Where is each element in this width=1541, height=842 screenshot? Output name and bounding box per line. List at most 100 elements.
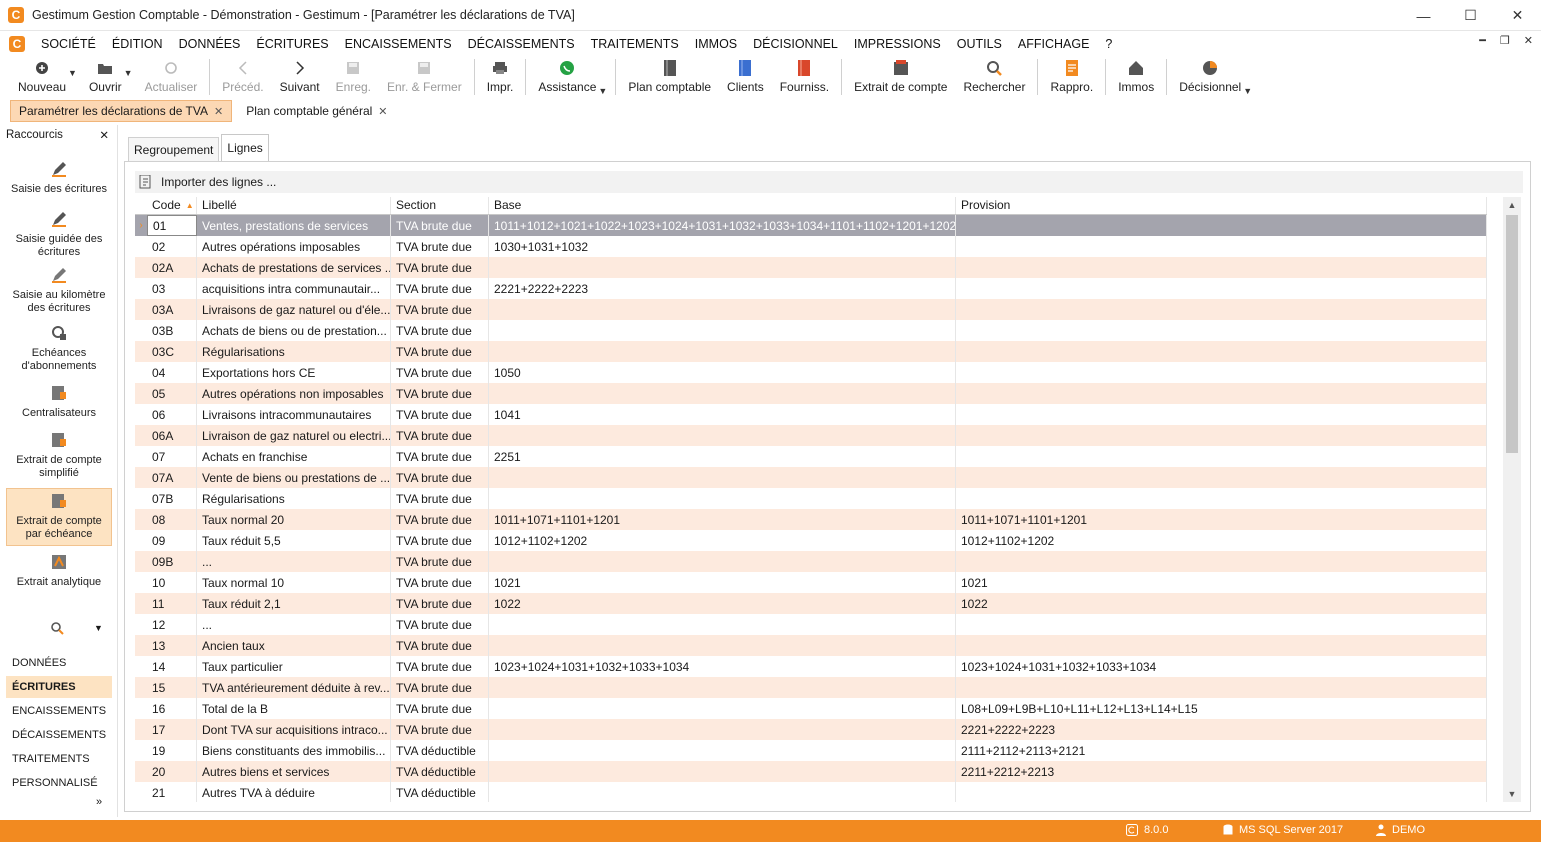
cell-base[interactable] bbox=[489, 488, 956, 509]
menu-help[interactable]: ? bbox=[1097, 37, 1120, 51]
cell-base[interactable]: 1023+1024+1031+1032+1033+1034 bbox=[489, 656, 956, 677]
cell-libelle[interactable]: Ancien taux bbox=[197, 635, 391, 656]
table-row[interactable]: 07A Vente de biens ou prestations de ... T… bbox=[135, 467, 1487, 488]
nouveau-button[interactable]: Nouveau bbox=[10, 56, 74, 98]
shortcut-centralisateurs[interactable]: Centralisateurs bbox=[6, 385, 112, 420]
cell-base[interactable] bbox=[489, 299, 956, 320]
table-row[interactable]: 20 Autres biens et services TVA déductible… bbox=[135, 761, 1487, 782]
table-row[interactable]: 03A Livraisons de gaz naturel ou d'éle...… bbox=[135, 299, 1487, 320]
scrollbar-thumb[interactable] bbox=[1506, 215, 1518, 453]
cell-libelle[interactable]: Autres TVA à déduire bbox=[197, 782, 391, 802]
doctab-plan-comptable[interactable]: Plan comptable général ✕ bbox=[238, 100, 395, 122]
cell-libelle[interactable]: acquisitions intra communautair... bbox=[197, 278, 391, 299]
cell-libelle[interactable]: Autres opérations non imposables bbox=[197, 383, 391, 404]
table-row[interactable]: 12... TVA brute due bbox=[135, 614, 1487, 635]
cell-libelle[interactable]: Régularisations bbox=[197, 341, 391, 362]
close-tab-icon[interactable]: ✕ bbox=[378, 105, 387, 118]
cell-provision[interactable] bbox=[956, 635, 1487, 656]
cell-libelle[interactable]: Livraisons intracommunautaires bbox=[197, 404, 391, 425]
cell-section[interactable]: TVA brute due bbox=[391, 572, 489, 593]
menu-encaissements[interactable]: ENCAISSEMENTS bbox=[337, 37, 460, 51]
assistance-dropdown-icon[interactable]: ▼ bbox=[598, 86, 607, 98]
menu-immos[interactable]: IMMOS bbox=[687, 37, 745, 51]
column-header-provision[interactable]: Provision bbox=[956, 197, 1487, 214]
cell-libelle[interactable]: Taux particulier bbox=[197, 656, 391, 677]
cell-libelle[interactable]: Livraisons de gaz naturel ou d'éle... bbox=[197, 299, 391, 320]
cell-section[interactable]: TVA brute due bbox=[391, 215, 489, 236]
cell-base[interactable] bbox=[489, 320, 956, 341]
cell-libelle[interactable]: Livraison de gaz naturel ou electri... bbox=[197, 425, 391, 446]
shortcut-extrait-echeance[interactable]: Extrait de compte par échéance bbox=[6, 488, 112, 546]
cell-provision[interactable]: 1012+1102+1202 bbox=[956, 530, 1487, 551]
cell-provision[interactable] bbox=[956, 341, 1487, 362]
menu-ecritures[interactable]: ÉCRITURES bbox=[248, 37, 336, 51]
shortcut-saisie-ecritures[interactable]: Saisie des écritures bbox=[6, 161, 112, 196]
menu-affichage[interactable]: AFFICHAGE bbox=[1010, 37, 1098, 51]
cell-code[interactable]: 21 bbox=[147, 782, 197, 802]
table-row[interactable]: 03 acquisitions intra communautair... TVA … bbox=[135, 278, 1487, 299]
cell-libelle[interactable]: Ventes, prestations de services bbox=[197, 215, 391, 236]
close-tab-icon[interactable]: ✕ bbox=[214, 105, 223, 118]
table-row[interactable]: › 01 Ventes, prestations de services TVA br… bbox=[135, 215, 1487, 236]
cell-code[interactable]: 16 bbox=[147, 698, 197, 719]
cell-code[interactable]: 15 bbox=[147, 677, 197, 698]
column-header-section[interactable]: Section bbox=[391, 197, 489, 214]
cell-code[interactable]: 19 bbox=[147, 740, 197, 761]
cell-libelle[interactable]: Achats de prestations de services ... bbox=[197, 257, 391, 278]
cell-base[interactable]: 1030+1031+1032 bbox=[489, 236, 956, 257]
cell-section[interactable]: TVA brute due bbox=[391, 320, 489, 341]
table-row[interactable]: 09B... TVA brute due bbox=[135, 551, 1487, 572]
cell-provision[interactable]: 1011+1071+1101+1201 bbox=[956, 509, 1487, 530]
column-header-libelle[interactable]: Libellé bbox=[197, 197, 391, 214]
table-row[interactable]: 14 Taux particulier TVA brute due 1023+1024… bbox=[135, 656, 1487, 677]
cell-code[interactable]: 11 bbox=[147, 593, 197, 614]
decisionnel-button[interactable]: Décisionnel bbox=[1171, 56, 1249, 98]
shortcut-extrait-simplifie[interactable]: Extrait de compte simplifié bbox=[6, 432, 112, 480]
cell-libelle[interactable]: Total de la B bbox=[197, 698, 391, 719]
cell-base[interactable] bbox=[489, 698, 956, 719]
cell-provision[interactable] bbox=[956, 320, 1487, 341]
cell-provision[interactable]: 1021 bbox=[956, 572, 1487, 593]
cell-code[interactable]: 04 bbox=[147, 362, 197, 383]
cell-code[interactable]: 07 bbox=[147, 446, 197, 467]
table-row[interactable]: 13 Ancien taux TVA brute due bbox=[135, 635, 1487, 656]
cell-provision[interactable] bbox=[956, 257, 1487, 278]
cell-provision[interactable]: 1022 bbox=[956, 593, 1487, 614]
cell-provision[interactable]: 2211+2212+2213 bbox=[956, 761, 1487, 782]
cell-provision[interactable] bbox=[956, 425, 1487, 446]
cell-provision[interactable] bbox=[956, 614, 1487, 635]
table-row[interactable]: 07 Achats en franchise TVA brute due 2251 bbox=[135, 446, 1487, 467]
cell-code[interactable]: 13 bbox=[147, 635, 197, 656]
cell-libelle[interactable]: Achats en franchise bbox=[197, 446, 391, 467]
cell-section[interactable]: TVA brute due bbox=[391, 551, 489, 572]
more-shortcuts-icon[interactable]: ▼ bbox=[94, 623, 103, 633]
cell-section[interactable]: TVA brute due bbox=[391, 593, 489, 614]
shortcut-saisie-kilometre[interactable]: Saisie au kilomètre des écritures bbox=[6, 267, 112, 315]
cell-libelle[interactable]: Exportations hors CE bbox=[197, 362, 391, 383]
cell-code[interactable]: 02 bbox=[147, 236, 197, 257]
tab-regroupement[interactable]: Regroupement bbox=[128, 137, 220, 161]
cell-libelle[interactable]: Autres opérations imposables bbox=[197, 236, 391, 257]
column-header-base[interactable]: Base bbox=[489, 197, 956, 214]
cell-provision[interactable] bbox=[956, 278, 1487, 299]
cell-section[interactable]: TVA brute due bbox=[391, 383, 489, 404]
assistance-button[interactable]: Assistance bbox=[530, 56, 604, 98]
cell-base[interactable] bbox=[489, 551, 956, 572]
table-row[interactable]: 07B Régularisations TVA brute due bbox=[135, 488, 1487, 509]
cell-base[interactable] bbox=[489, 341, 956, 362]
search-shortcut-icon[interactable] bbox=[50, 621, 66, 638]
cell-code[interactable]: 09 bbox=[147, 530, 197, 551]
cell-libelle[interactable]: Achats de biens ou de prestation... bbox=[197, 320, 391, 341]
cell-base[interactable] bbox=[489, 257, 956, 278]
cell-provision[interactable]: 2111+2112+2113+2121 bbox=[956, 740, 1487, 761]
cell-section[interactable]: TVA brute due bbox=[391, 299, 489, 320]
table-row[interactable]: 02A Achats de prestations de services ...… bbox=[135, 257, 1487, 278]
cell-section[interactable]: TVA brute due bbox=[391, 278, 489, 299]
clients-button[interactable]: Clients bbox=[719, 56, 772, 98]
cell-code[interactable]: 20 bbox=[147, 761, 197, 782]
imprimer-button[interactable]: Impr. bbox=[479, 56, 522, 98]
cell-libelle[interactable]: Dont TVA sur acquisitions intraco... bbox=[197, 719, 391, 740]
cell-provision[interactable] bbox=[956, 551, 1487, 572]
cell-code[interactable]: 05 bbox=[147, 383, 197, 404]
cell-provision[interactable] bbox=[956, 383, 1487, 404]
